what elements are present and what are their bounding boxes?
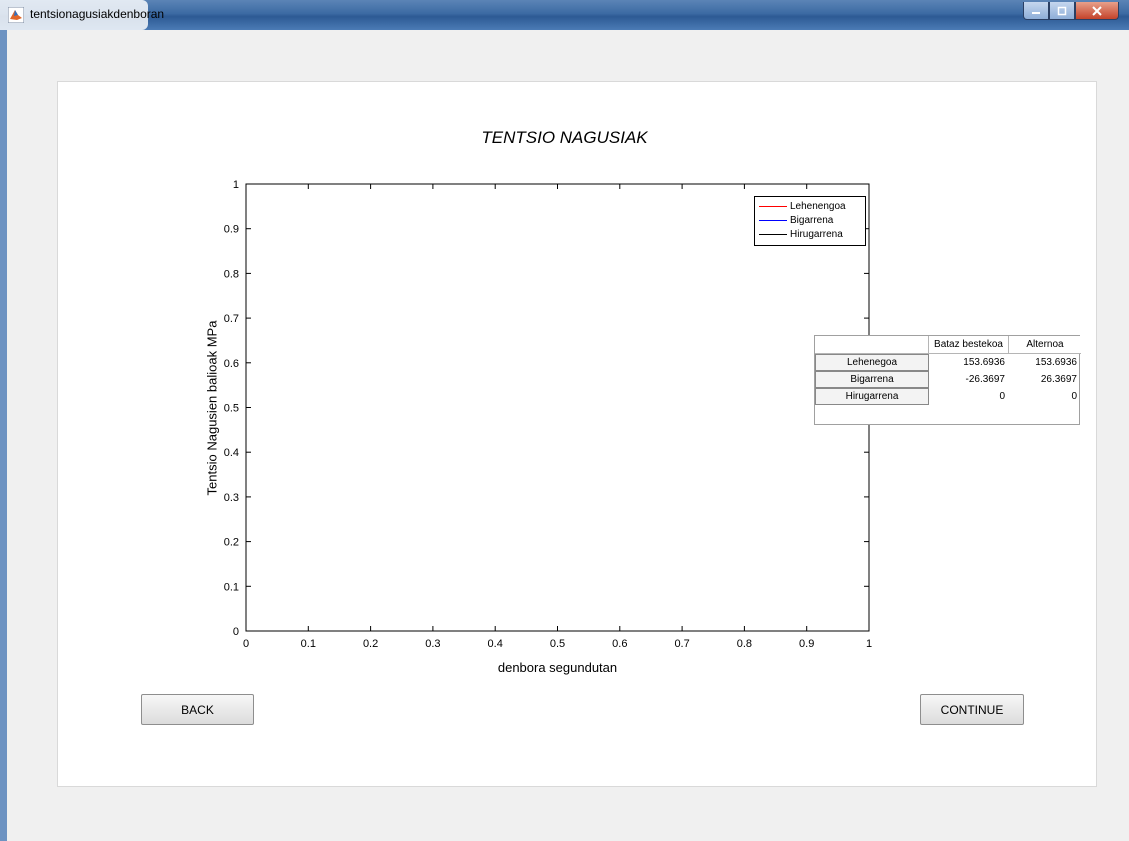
table-cell[interactable]: 0 — [929, 388, 1009, 405]
column-header[interactable]: Bataz bestekoa — [929, 336, 1009, 354]
row-header[interactable]: Hirugarrena — [815, 388, 929, 405]
y-tick-label: 1 — [233, 179, 239, 191]
legend-item: Bigarrena — [759, 214, 833, 227]
table-corner — [815, 336, 929, 354]
x-tick-label: 0.2 — [363, 638, 378, 650]
y-axis-label: Tentsio Nagusien balioak MPa — [204, 320, 220, 496]
x-tick-label: 0.8 — [737, 638, 752, 650]
plot-legend[interactable]: Lehenengoa Bigarrena Hirugarrena — [754, 196, 866, 246]
legend-item: Lehenengoa — [759, 200, 846, 213]
row-header[interactable]: Lehenegoa — [815, 354, 929, 371]
legend-line-blue — [759, 220, 787, 221]
table-cell[interactable]: 153.6936 — [1009, 354, 1081, 371]
x-tick-label: 0 — [243, 638, 249, 650]
row-header[interactable]: Bigarrena — [815, 371, 929, 388]
y-tick-label: 0.6 — [224, 358, 239, 370]
x-tick-label: 0.7 — [674, 638, 689, 650]
back-button[interactable]: BACK — [141, 694, 254, 725]
legend-line-black — [759, 234, 787, 235]
column-header[interactable]: Alternoa — [1009, 336, 1081, 354]
y-tick-label: 0.5 — [224, 403, 239, 415]
x-tick-label: 0.4 — [488, 638, 503, 650]
x-tick-label: 0.3 — [425, 638, 440, 650]
table-cell[interactable]: 0 — [1009, 388, 1081, 405]
y-tick-label: 0.2 — [224, 537, 239, 549]
x-tick-label: 0.6 — [612, 638, 627, 650]
y-tick-label: 0.8 — [224, 268, 239, 280]
x-tick-label: 0.9 — [799, 638, 814, 650]
legend-label: Hirugarrena — [790, 229, 843, 240]
continue-button[interactable]: CONTINUE — [920, 694, 1024, 725]
legend-label: Bigarrena — [790, 215, 834, 226]
table-cell[interactable]: 153.6936 — [929, 354, 1009, 371]
y-tick-label: 0.1 — [224, 581, 239, 593]
y-tick-label: 0.4 — [224, 447, 239, 459]
y-tick-label: 0.9 — [224, 224, 239, 236]
x-axis-label: denbora segundutan — [497, 660, 618, 675]
y-tick-label: 0.3 — [224, 492, 239, 504]
legend-item: Hirugarrena — [759, 228, 843, 241]
y-tick-label: 0.7 — [224, 313, 239, 325]
table-cell[interactable]: -26.3697 — [929, 371, 1009, 388]
results-table[interactable]: Bataz bestekoa Alternoa Lehenegoa 153.69… — [814, 335, 1081, 425]
x-tick-label: 0.5 — [550, 638, 565, 650]
x-tick-label: 0.1 — [301, 638, 316, 650]
legend-line-red — [759, 206, 787, 207]
y-tick-label: 0 — [233, 626, 239, 638]
x-tick-label: 1 — [866, 638, 872, 650]
plot-area — [245, 183, 870, 632]
table-cell[interactable]: 26.3697 — [1009, 371, 1081, 388]
legend-label: Lehenengoa — [790, 201, 846, 212]
